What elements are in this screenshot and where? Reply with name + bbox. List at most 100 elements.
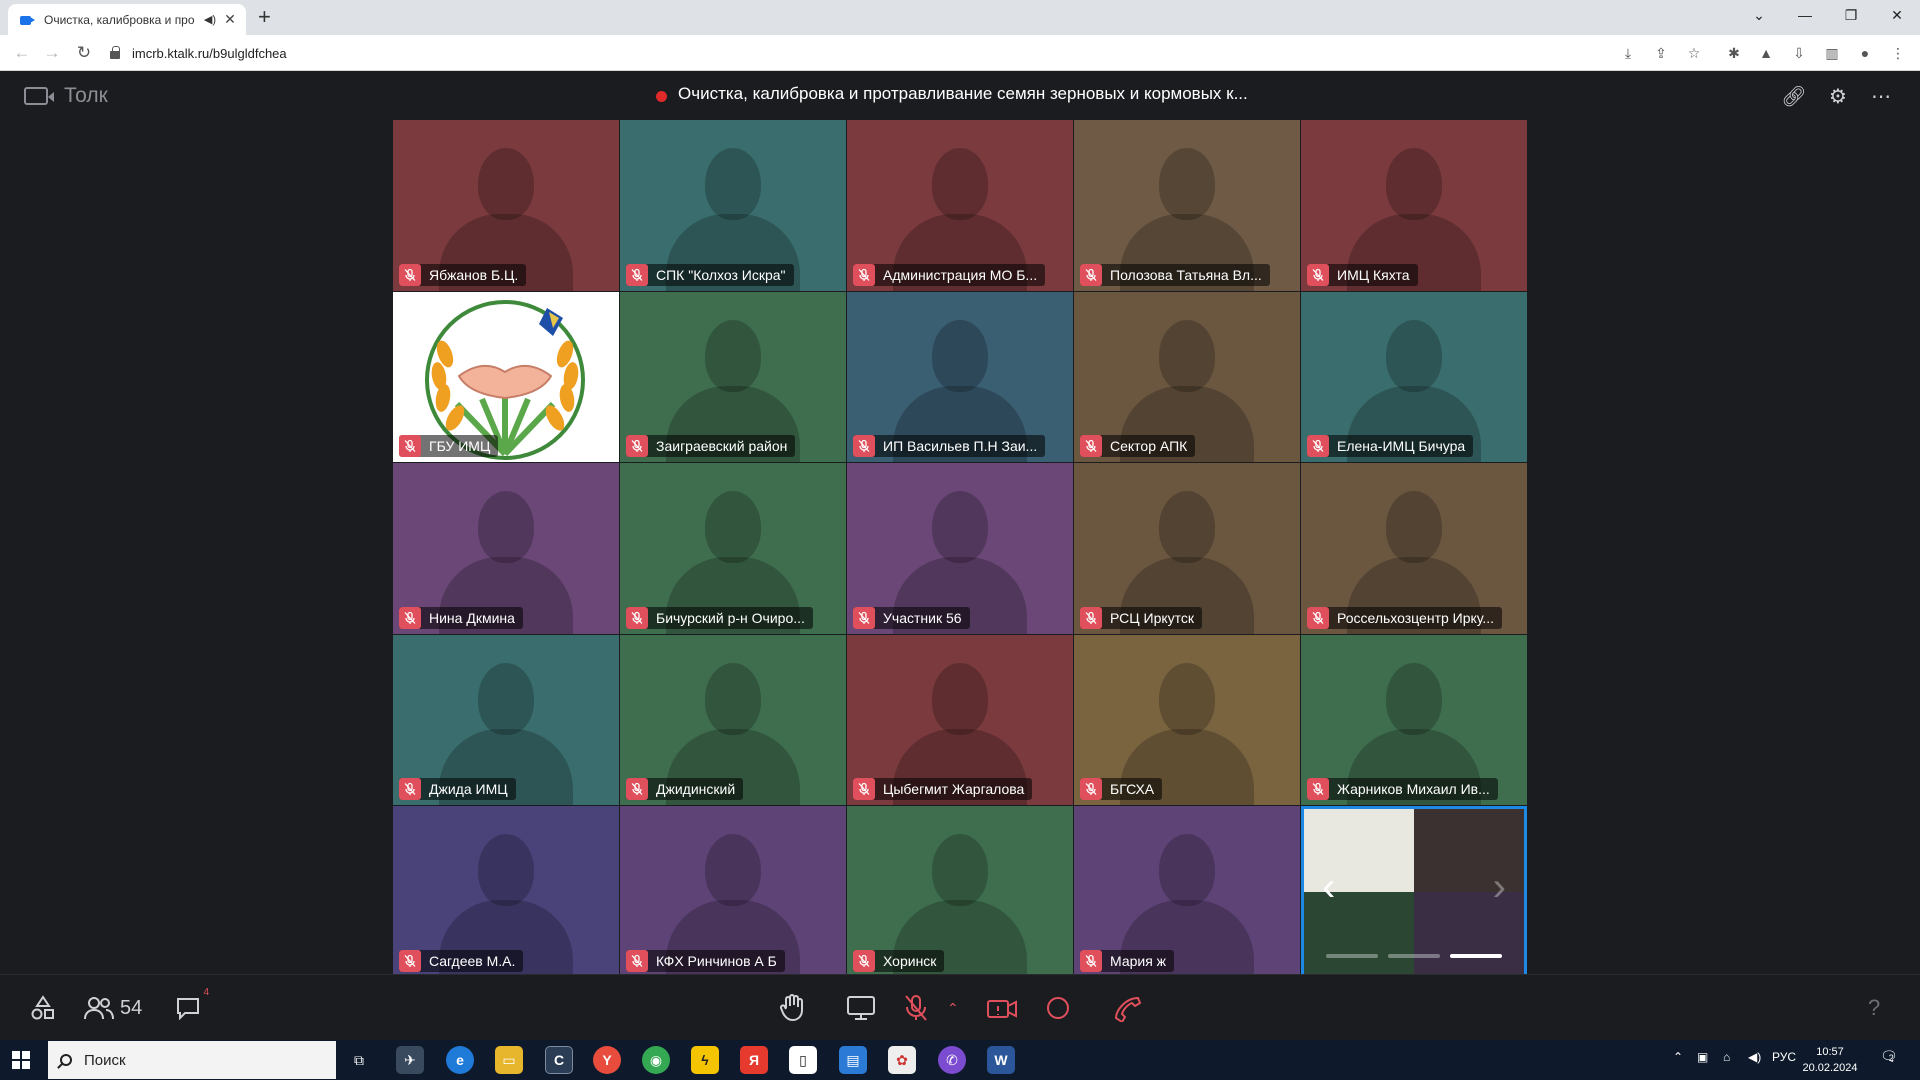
app-logo[interactable]: Толк (24, 84, 108, 108)
speaker-icon[interactable]: ◀) (204, 13, 216, 26)
reload-icon[interactable]: ↻ (72, 41, 96, 65)
participant-tile[interactable]: ИМЦ Кяхта (1301, 120, 1527, 291)
participant-tile[interactable]: Сектор АПК (1074, 291, 1300, 463)
forward-arrow-icon[interactable]: → (40, 41, 64, 65)
participant-tile[interactable]: Участник 56 (847, 463, 1073, 634)
participant-tile[interactable]: Бичурский р-н Очиро... (620, 463, 846, 634)
app-photo-icon[interactable]: ✿ (888, 1046, 916, 1074)
edge-browser-icon[interactable]: e (446, 1046, 474, 1074)
language-indicator[interactable]: РУС (1772, 1050, 1796, 1064)
back-arrow-icon[interactable]: ← (10, 41, 34, 65)
microphone-muted-icon[interactable] (903, 993, 929, 1023)
task-view-icon[interactable]: ⧉ (345, 1046, 373, 1074)
camera-off-icon[interactable] (986, 993, 1018, 1023)
participant-name-label: Жарников Михаил Ив... (1307, 778, 1498, 801)
record-button-icon[interactable] (1045, 993, 1071, 1023)
camera-logo-icon (24, 87, 54, 105)
participant-tile[interactable]: Администрация МО Б... (847, 120, 1073, 291)
screen-share-icon[interactable] (846, 993, 876, 1023)
tray-network-icon[interactable]: ▣ (1697, 1050, 1708, 1064)
participant-tile[interactable]: Ябжанов Б.Ц. (393, 120, 619, 291)
lock-icon[interactable] (110, 46, 120, 59)
participant-tile[interactable]: Заиграевский район (620, 291, 846, 463)
downloads-icon[interactable]: ⇩ (1789, 43, 1809, 63)
yandex-icon[interactable]: Я (740, 1046, 768, 1074)
chat-button[interactable]: 4 (175, 987, 209, 1023)
participant-tile[interactable]: Цыбегмит Жаргалова (847, 634, 1073, 806)
participant-name: Администрация МО Б... (883, 266, 1038, 283)
participant-name-label: Сагдеев М.А. (399, 949, 524, 972)
participant-tile[interactable]: СПК "Колхоз Искра" (620, 120, 846, 291)
restore-button[interactable]: ❐ (1828, 0, 1874, 30)
app-name: Толк (64, 84, 108, 107)
participant-tile[interactable]: РСЦ Иркутск (1074, 463, 1300, 634)
more-participants-pager[interactable]: ‹ › (1301, 806, 1527, 977)
word-icon[interactable]: W (987, 1046, 1015, 1074)
help-icon[interactable]: ? (1868, 993, 1880, 1023)
extensions-puzzle-icon[interactable]: ✱ (1724, 43, 1744, 63)
bookmark-star-icon[interactable]: ☆ (1684, 43, 1704, 63)
participants-button[interactable]: 54 (84, 993, 142, 1023)
flask-extension-icon[interactable]: ▲ (1756, 43, 1776, 63)
tab-search-chevron-icon[interactable]: ⌄ (1736, 0, 1782, 30)
app-bolt-icon[interactable]: ϟ (691, 1046, 719, 1074)
settings-gear-icon[interactable]: ⚙ (1825, 83, 1851, 109)
previous-page-arrow-icon[interactable]: ‹ (1322, 865, 1335, 910)
mic-muted-icon (1307, 606, 1329, 629)
yandex-browser-icon[interactable]: Y (593, 1046, 621, 1074)
windows-taskbar: Поиск ⧉ ✈ e ▭ C Y ◉ ϟ Я ▯ ▤ ✿ ✆ W ⌃ ▣ ⌂ … (0, 1040, 1920, 1080)
app-bird-icon[interactable]: ✈ (396, 1046, 424, 1074)
close-window-button[interactable]: ✕ (1874, 0, 1920, 30)
tray-wifi-icon[interactable]: ⌂ (1723, 1050, 1730, 1064)
participant-tile[interactable]: БГСХА (1074, 634, 1300, 806)
participant-tile[interactable]: КФХ Ринчинов А Б (620, 806, 846, 977)
participant-tile[interactable]: Мария ж (1074, 806, 1300, 977)
taskbar-search-box[interactable]: Поиск (48, 1041, 336, 1079)
browser-tab-active[interactable]: Очистка, калибровка и про ◀) ✕ (8, 4, 246, 35)
mic-muted-icon (399, 778, 421, 801)
tray-volume-icon[interactable]: ◀) (1748, 1050, 1761, 1064)
viber-icon[interactable]: ✆ (938, 1046, 966, 1074)
participant-name-label: КФХ Ринчинов А Б (626, 949, 785, 972)
next-page-arrow-icon[interactable]: › (1493, 865, 1506, 910)
participant-tile[interactable]: Жарников Михаил Ив... (1301, 634, 1527, 806)
participant-tile[interactable]: ИП Васильев П.Н Заи... (847, 291, 1073, 463)
windows-start-icon[interactable] (12, 1051, 30, 1069)
participant-tile[interactable]: Джидинский (620, 634, 846, 806)
share-icon[interactable]: ⇪ (1651, 43, 1671, 63)
participant-tile[interactable]: Сагдеев М.А. (393, 806, 619, 977)
raise-hand-icon[interactable] (780, 993, 804, 1023)
profile-avatar-icon[interactable]: ● (1855, 43, 1875, 63)
preview-logo-thumb (1304, 809, 1414, 892)
clock[interactable]: 10:57 20.02.2024 (1800, 1044, 1860, 1076)
leave-call-icon[interactable] (1112, 993, 1142, 1023)
video-camera-icon (20, 14, 36, 26)
participant-tile[interactable]: Елена-ИМЦ Бичура (1301, 291, 1527, 463)
app-window-icon[interactable]: ▤ (839, 1046, 867, 1074)
participant-tile[interactable]: Хоринск (847, 806, 1073, 977)
tray-chevron-icon[interactable]: ⌃ (1673, 1050, 1683, 1064)
participant-tile[interactable]: ГБУ ИМЦ (393, 291, 619, 463)
apps-shapes-icon[interactable] (30, 993, 56, 1023)
side-panel-icon[interactable]: ▥ (1822, 43, 1842, 63)
participant-name-label: Администрация МО Б... (853, 263, 1046, 286)
file-explorer-icon[interactable]: ▭ (495, 1046, 523, 1074)
participant-tile[interactable]: Россельхозцентр Ирку... (1301, 463, 1527, 634)
chrome-icon[interactable]: ◉ (642, 1046, 670, 1074)
address-bar[interactable]: imcrb.ktalk.ru/b9ulgldfchea (110, 40, 1620, 66)
app-c-icon[interactable]: C (545, 1046, 573, 1074)
notifications-icon[interactable]: 🗨︎2 (1880, 1048, 1898, 1065)
install-app-icon[interactable]: ⤓ (1618, 43, 1638, 63)
participant-tile[interactable]: Нина Дкмина (393, 463, 619, 634)
new-tab-button[interactable]: + (258, 4, 271, 30)
more-options-icon[interactable]: ⋯ (1868, 83, 1894, 109)
browser-menu-icon[interactable]: ⋮ (1888, 43, 1908, 63)
participant-tile[interactable]: Полозова Татьяна Вл... (1074, 120, 1300, 291)
minimize-button[interactable]: — (1782, 0, 1828, 30)
notepad-icon[interactable]: ▯ (789, 1046, 817, 1074)
participant-name-label: Заиграевский район (626, 435, 796, 458)
close-tab-icon[interactable]: ✕ (222, 11, 238, 28)
link-icon[interactable]: 🔗︎ (1781, 83, 1807, 109)
mic-options-chevron-icon[interactable]: ⌃ (947, 993, 959, 1023)
participant-tile[interactable]: Джида ИМЦ (393, 634, 619, 806)
